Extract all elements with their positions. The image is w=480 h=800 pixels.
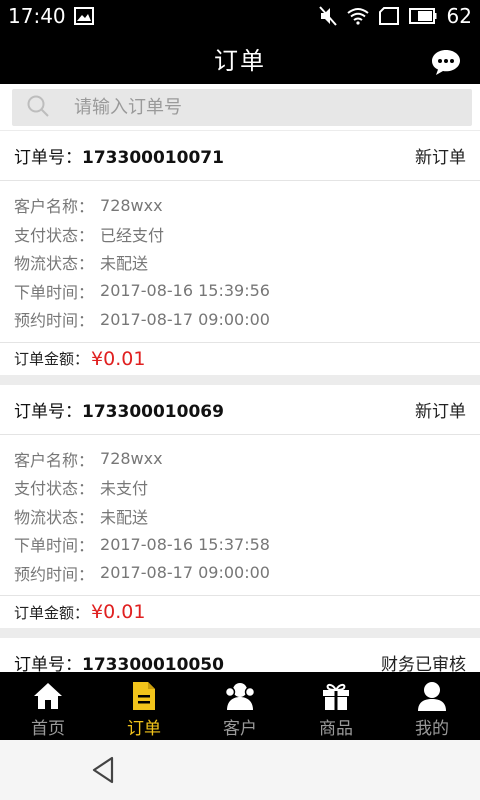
payment-status-value: 已经支付 xyxy=(100,225,165,245)
appointment-time-value: 2017-08-17 09:00:00 xyxy=(100,563,270,583)
order-number-label: 订单号： xyxy=(14,401,82,422)
title-bar: 订单 xyxy=(0,32,480,84)
customer-name-label: 客户名称： xyxy=(14,197,95,217)
order-footer: 订单金额： ¥0.01 xyxy=(0,343,480,375)
detail-row: 客户名称： 728wxx xyxy=(14,191,466,220)
tab-products-label: 商品 xyxy=(319,719,353,739)
order-details: 客户名称： 728wxx 支付状态： 未支付 物流状态： 未配送 下单时间： 2017-… xyxy=(0,435,480,596)
order-amount-label: 订单金额： xyxy=(14,350,90,368)
tab-products[interactable]: 商品 xyxy=(288,672,384,740)
home-icon xyxy=(34,683,62,709)
order-footer: 订单金额： ¥0.01 xyxy=(0,596,480,628)
order-status: 财务已审核 xyxy=(381,655,466,672)
battery-level: 62 xyxy=(446,4,472,28)
detail-row: 下单时间： 2017-08-16 15:39:56 xyxy=(14,277,466,306)
detail-row: 客户名称： 728wxx xyxy=(14,445,466,474)
appointment-time-label: 预约时间： xyxy=(14,311,95,331)
order-card[interactable]: 订单号：173300010071 新订单 客户名称： 728wxx 支付状态： 已经… xyxy=(0,131,480,375)
payment-status-label: 支付状态： xyxy=(14,479,95,499)
detail-row: 预约时间： 2017-08-17 09:00:00 xyxy=(14,559,466,588)
detail-row: 物流状态： 未配送 xyxy=(14,502,466,531)
order-amount: ¥0.01 xyxy=(91,601,146,623)
order-list: 订单号：173300010071 新订单 客户名称： 728wxx 支付状态： 已经… xyxy=(0,131,480,672)
detail-row: 下单时间： 2017-08-16 15:37:58 xyxy=(14,530,466,559)
back-icon[interactable] xyxy=(88,754,120,786)
appointment-time-label: 预约时间： xyxy=(14,564,95,584)
tab-customers[interactable]: 客户 xyxy=(192,672,288,740)
customers-icon xyxy=(224,683,256,710)
order-card[interactable]: 订单号：173300010069 新订单 客户名称： 728wxx 支付状态： 未支… xyxy=(0,384,480,628)
tab-home-label: 首页 xyxy=(31,719,65,739)
order-card[interactable]: 订单号：173300010050 财务已审核 xyxy=(0,638,480,672)
payment-status-value: 未支付 xyxy=(100,479,149,499)
appointment-time-value: 2017-08-17 09:00:00 xyxy=(100,309,270,329)
order-time-value: 2017-08-16 15:37:58 xyxy=(100,534,270,554)
status-bar: 17:40 62 xyxy=(0,0,480,32)
document-icon xyxy=(133,682,155,710)
logistics-status-label: 物流状态： xyxy=(14,254,95,274)
tab-orders[interactable]: 订单 xyxy=(96,672,192,740)
order-details: 客户名称： 728wxx 支付状态： 已经支付 物流状态： 未配送 下单时间： 2017… xyxy=(0,181,480,343)
tab-me[interactable]: 我的 xyxy=(384,672,480,740)
sim-icon xyxy=(378,7,399,25)
customer-name-label: 客户名称： xyxy=(14,450,95,470)
user-icon xyxy=(418,682,446,711)
payment-status-label: 支付状态： xyxy=(14,225,95,245)
search-input[interactable] xyxy=(74,97,414,118)
detail-row: 支付状态： 已经支付 xyxy=(14,220,466,249)
system-nav-bar xyxy=(0,740,480,800)
order-header: 订单号：173300010071 新订单 xyxy=(0,131,480,181)
tab-customers-label: 客户 xyxy=(223,719,257,739)
mute-icon xyxy=(318,6,337,26)
detail-row: 物流状态： 未配送 xyxy=(14,248,466,277)
detail-row: 预约时间： 2017-08-17 09:00:00 xyxy=(14,305,466,334)
page-title: 订单 xyxy=(214,46,266,75)
wifi-icon xyxy=(346,7,369,25)
order-time-label: 下单时间： xyxy=(14,282,95,302)
logistics-status-label: 物流状态： xyxy=(14,507,95,527)
chat-icon[interactable] xyxy=(430,46,462,78)
battery-icon xyxy=(408,8,437,24)
status-time: 17:40 xyxy=(8,4,66,28)
order-time-value: 2017-08-16 15:39:56 xyxy=(100,281,270,301)
gift-icon xyxy=(323,683,349,710)
order-status: 新订单 xyxy=(415,401,466,422)
search-bar xyxy=(0,84,480,130)
tab-orders-label: 订单 xyxy=(127,719,161,739)
order-number-value: 173300010069 xyxy=(82,401,224,422)
customer-name-value: 728wxx xyxy=(100,195,163,215)
order-header: 订单号：173300010050 财务已审核 xyxy=(0,638,480,672)
order-number-value: 173300010050 xyxy=(82,655,224,672)
tab-me-label: 我的 xyxy=(415,719,449,739)
bottom-tab-bar: 首页 订单 客户 商品 我的 xyxy=(0,672,480,740)
order-number-label: 订单号： xyxy=(14,655,82,672)
customer-name-value: 728wxx xyxy=(100,449,163,469)
order-header: 订单号：173300010069 新订单 xyxy=(0,385,480,435)
order-amount-label: 订单金额： xyxy=(14,603,90,622)
image-notification-icon xyxy=(73,7,94,25)
order-amount: ¥0.01 xyxy=(91,347,146,370)
order-time-label: 下单时间： xyxy=(14,536,95,556)
order-number-label: 订单号： xyxy=(14,148,82,168)
search-icon xyxy=(26,94,50,122)
search-box[interactable] xyxy=(12,89,472,126)
order-number: 订单号：173300010069 xyxy=(14,397,224,422)
logistics-status-value: 未配送 xyxy=(100,507,149,527)
order-number-value: 173300010071 xyxy=(82,148,224,168)
detail-row: 支付状态： 未支付 xyxy=(14,473,466,502)
order-status: 新订单 xyxy=(415,148,466,168)
order-number: 订单号：173300010050 xyxy=(14,650,224,672)
logistics-status-value: 未配送 xyxy=(100,254,149,274)
tab-home[interactable]: 首页 xyxy=(0,672,96,740)
order-number: 订单号：173300010071 xyxy=(14,143,224,168)
